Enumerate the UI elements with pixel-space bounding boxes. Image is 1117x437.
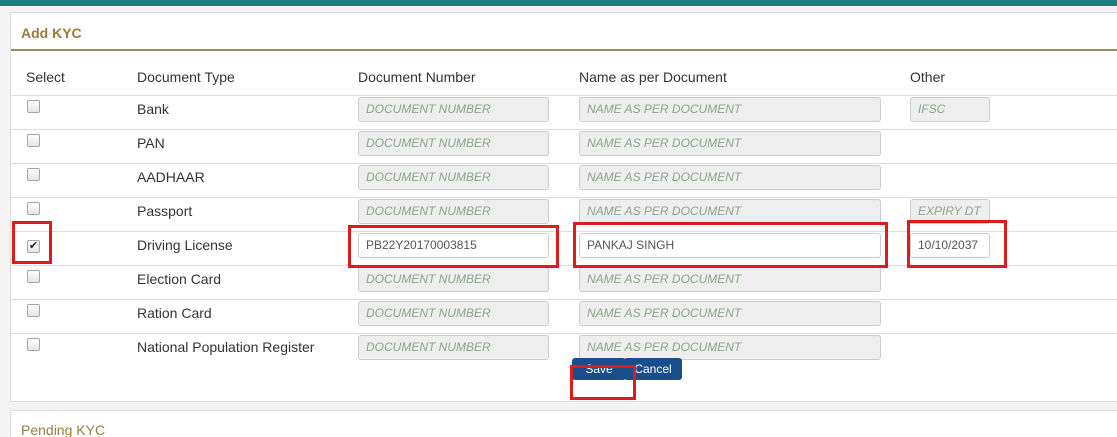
table-row: AADHAAR xyxy=(11,162,1117,197)
name-as-per-document-input[interactable] xyxy=(579,198,881,224)
select-checkbox-bank[interactable] xyxy=(27,100,40,113)
document-number-input[interactable] xyxy=(358,130,549,156)
document-number-input[interactable] xyxy=(358,300,549,326)
document-number-input[interactable] xyxy=(358,164,549,190)
select-checkbox-ration-card[interactable] xyxy=(27,304,40,317)
select-checkbox-election-card[interactable] xyxy=(27,270,40,283)
select-checkbox-driving-license[interactable]: ✔ xyxy=(27,239,40,253)
name-as-per-document-input[interactable] xyxy=(579,334,881,360)
select-checkbox-passport[interactable] xyxy=(27,202,40,215)
document-type-label: Election Card xyxy=(137,271,222,287)
expiry-date-input[interactable] xyxy=(910,198,990,224)
table-row: Passport xyxy=(11,196,1117,231)
table-row: National Population Register xyxy=(11,332,1117,367)
table-row: Election Card xyxy=(11,264,1117,299)
table-row: PAN xyxy=(11,128,1117,163)
name-as-per-document-input[interactable] xyxy=(579,164,881,190)
col-header-select: Select xyxy=(11,59,137,96)
document-number-input[interactable] xyxy=(358,334,549,360)
table-header-row: Select Document Type Document Number Nam… xyxy=(11,59,1117,96)
document-type-label: Ration Card xyxy=(137,305,212,321)
col-header-document-number: Document Number xyxy=(358,59,579,96)
select-checkbox-npr[interactable] xyxy=(27,338,40,352)
add-kyc-panel: Add KYC Select Document Type Document Nu… xyxy=(10,12,1117,402)
panel-header: Add KYC xyxy=(11,13,1117,51)
kyc-table: Select Document Type Document Number Nam… xyxy=(11,59,1117,367)
document-number-input[interactable] xyxy=(358,232,549,258)
col-header-name: Name as per Document xyxy=(579,59,910,96)
expiry-date-input[interactable] xyxy=(910,232,990,258)
name-as-per-document-input[interactable] xyxy=(579,232,881,258)
top-accent-bar xyxy=(0,0,1117,6)
cancel-button[interactable]: Cancel xyxy=(624,358,682,380)
save-button[interactable]: Save xyxy=(572,358,626,380)
select-checkbox-aadhaar[interactable] xyxy=(27,168,40,181)
name-as-per-document-input[interactable] xyxy=(579,266,881,292)
table-row: Ration Card xyxy=(11,298,1117,333)
panel-title: Add KYC xyxy=(21,25,82,41)
col-header-document-type: Document Type xyxy=(137,59,358,96)
document-type-label: Bank xyxy=(137,101,169,117)
table-row: ✔ Driving License xyxy=(11,230,1117,265)
document-type-label: Passport xyxy=(137,203,193,219)
document-number-input[interactable] xyxy=(358,198,549,224)
document-type-label: AADHAAR xyxy=(137,169,205,185)
document-type-label: PAN xyxy=(137,135,165,151)
name-as-per-document-input[interactable] xyxy=(579,300,881,326)
document-type-label: National Population Register xyxy=(137,339,315,356)
document-number-input[interactable] xyxy=(358,96,549,122)
document-number-input[interactable] xyxy=(358,266,549,292)
pending-kyc-panel: Pending KYC xyxy=(10,410,1117,437)
document-type-label: Driving License xyxy=(137,237,233,253)
name-as-per-document-input[interactable] xyxy=(579,130,881,156)
name-as-per-document-input[interactable] xyxy=(579,96,881,122)
pending-kyc-title: Pending KYC xyxy=(21,422,106,437)
select-checkbox-pan[interactable] xyxy=(27,134,40,147)
ifsc-input[interactable] xyxy=(910,96,990,122)
table-row: Bank xyxy=(11,94,1117,129)
col-header-other: Other xyxy=(910,59,1117,96)
